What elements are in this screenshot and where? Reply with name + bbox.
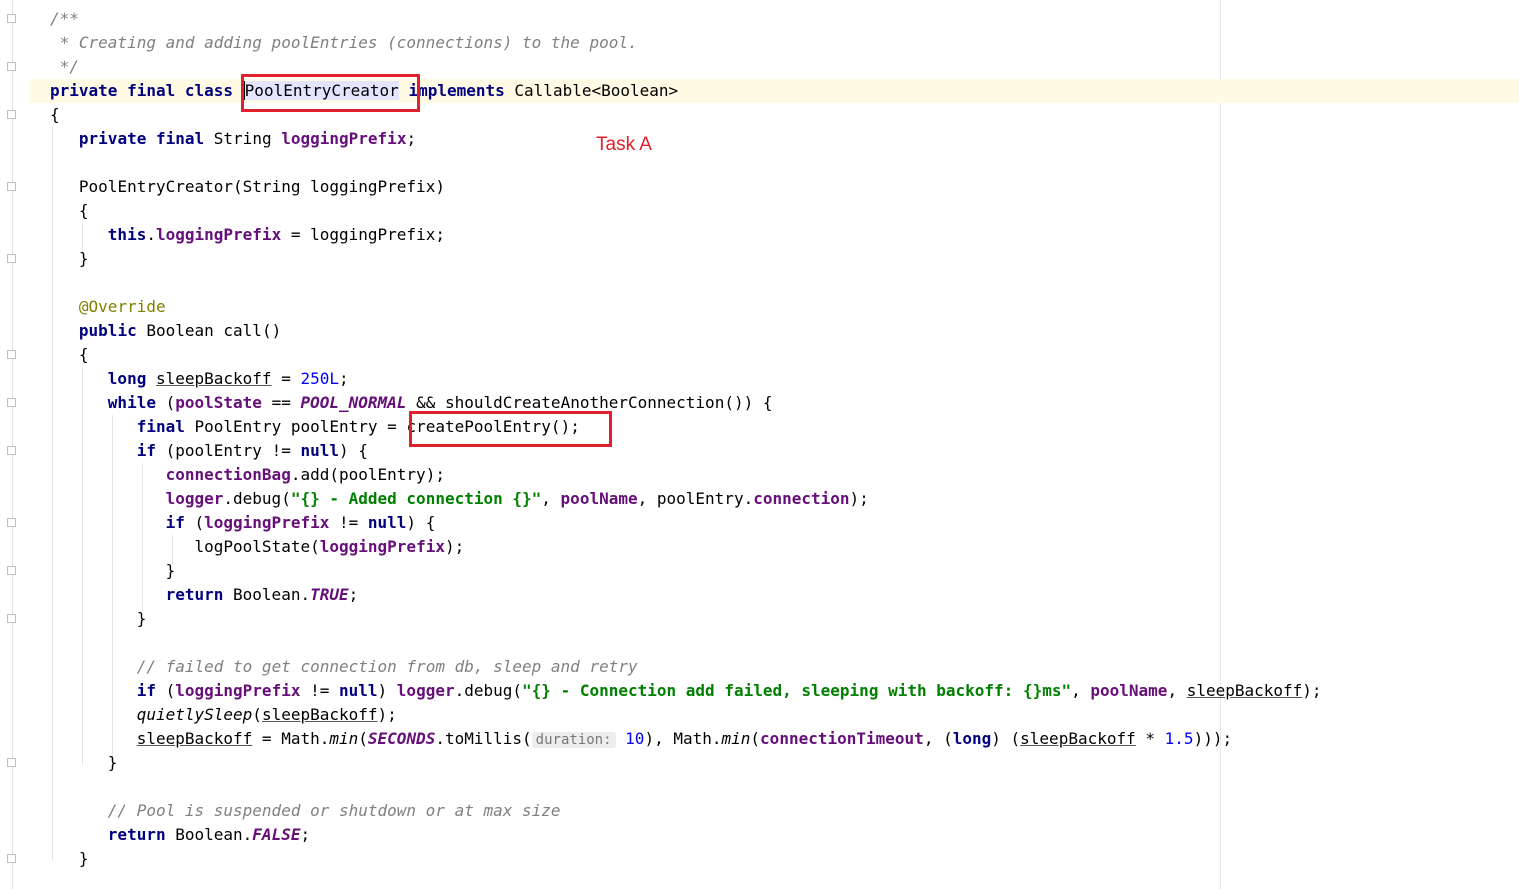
code-line: { xyxy=(78,201,89,220)
fold-marker-icon[interactable] xyxy=(7,614,16,623)
code-line: private final String loggingPrefix; xyxy=(78,129,417,148)
code-line: while (poolState == POOL_NORMAL && shoul… xyxy=(107,393,773,412)
code-line: } xyxy=(136,609,147,628)
fold-marker-icon[interactable] xyxy=(7,566,16,575)
fold-marker-icon[interactable] xyxy=(7,14,16,23)
code-line: public Boolean call() xyxy=(78,321,282,340)
fold-marker-icon[interactable] xyxy=(7,518,16,527)
highlight-box-class-name xyxy=(241,74,420,112)
code-line: } xyxy=(78,849,89,868)
fold-marker-icon[interactable] xyxy=(7,398,16,407)
code-line: // failed to get connection from db, sle… xyxy=(136,657,638,676)
fold-marker-icon[interactable] xyxy=(7,182,16,191)
fold-marker-icon[interactable] xyxy=(7,254,16,263)
fold-marker-icon[interactable] xyxy=(7,446,16,455)
code-line: sleepBackoff = Math.min(SECONDS.toMillis… xyxy=(136,729,1233,748)
gutter-divider xyxy=(12,0,13,889)
code-line: logger.debug("{} - Added connection {}",… xyxy=(165,489,869,508)
code-line: } xyxy=(107,753,118,772)
code-line: } xyxy=(165,561,176,580)
code-line: if (loggingPrefix != null) { xyxy=(165,513,436,532)
code-line: { xyxy=(78,345,89,364)
highlight-box-create-pool-entry xyxy=(409,411,612,447)
code-line: long sleepBackoff = 250L; xyxy=(107,369,349,388)
code-line: return Boolean.TRUE; xyxy=(165,585,359,604)
code-line: } xyxy=(78,249,89,268)
code-line: @Override xyxy=(78,297,166,316)
fold-marker-icon[interactable] xyxy=(7,758,16,767)
code-line: /** xyxy=(50,9,79,28)
fold-marker-icon[interactable] xyxy=(7,854,16,863)
code-line: final PoolEntry poolEntry = createPoolEn… xyxy=(136,417,580,436)
parameter-hint: duration: xyxy=(531,732,616,748)
fold-marker-icon[interactable] xyxy=(7,62,16,71)
code-editor[interactable]: /** * Creating and adding poolEntries (c… xyxy=(50,7,1322,871)
code-line: this.loggingPrefix = loggingPrefix; xyxy=(107,225,445,244)
code-line: PoolEntryCreator(String loggingPrefix) xyxy=(78,177,445,196)
code-line: connectionBag.add(poolEntry); xyxy=(165,465,445,484)
code-line: // Pool is suspended or shutdown or at m… xyxy=(107,801,561,820)
code-line: if (poolEntry != null) { xyxy=(136,441,368,460)
code-line: logPoolState(loggingPrefix); xyxy=(194,537,465,556)
task-a-label: Task A xyxy=(596,134,652,155)
fold-marker-icon[interactable] xyxy=(7,110,16,119)
fold-marker-icon[interactable] xyxy=(7,350,16,359)
code-line: if (loggingPrefix != null) logger.debug(… xyxy=(136,681,1322,700)
editor-gutter xyxy=(0,0,30,889)
code-line: return Boolean.FALSE; xyxy=(107,825,311,844)
code-line: * Creating and adding poolEntries (conne… xyxy=(50,33,638,52)
code-line: quietlySleep(sleepBackoff); xyxy=(136,705,397,724)
